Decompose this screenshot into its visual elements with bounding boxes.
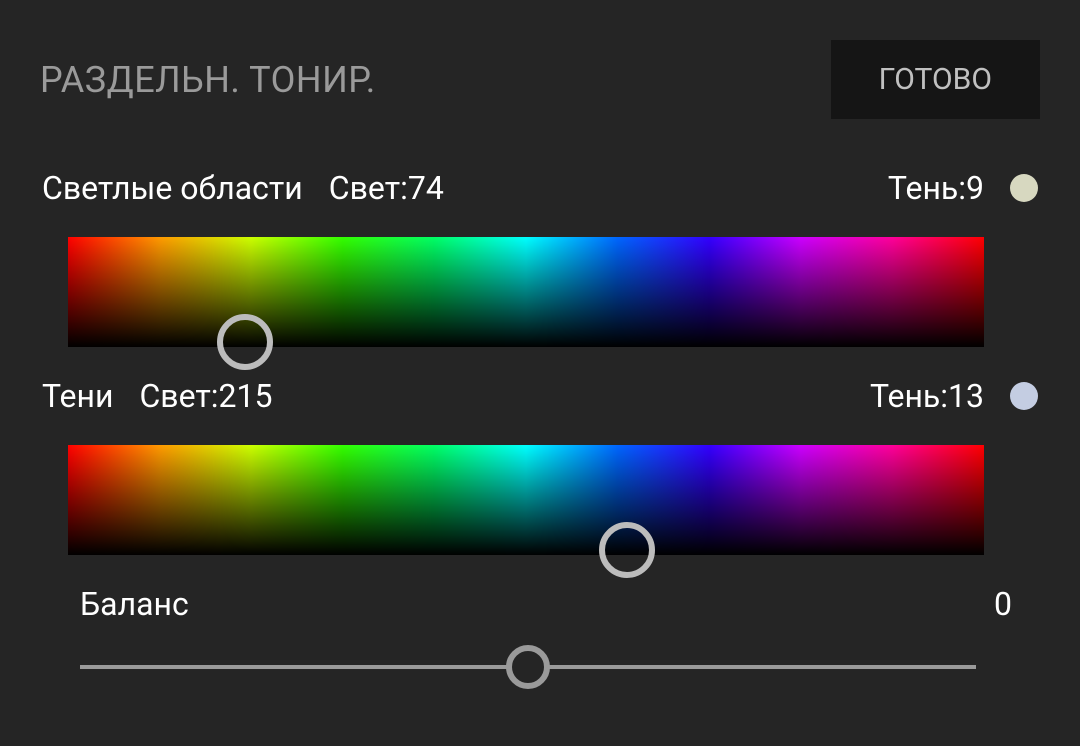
panel-header: РАЗДЕЛЬН. ТОНИР. ГОТОВО [40, 40, 1040, 119]
highlights-block: Светлые области Свет:74 Тень:9 [40, 169, 1040, 347]
balance-slider-thumb[interactable] [506, 645, 550, 689]
spectrum-gradient [68, 237, 984, 347]
highlights-sat-readout: Тень:9 [888, 169, 984, 207]
highlights-color-swatch [1010, 174, 1038, 202]
highlights-labels: Светлые области Свет:74 Тень:9 [40, 169, 1040, 207]
balance-label: Баланс [80, 585, 189, 623]
shadows-labels: Тени Свет:215 Тень:13 [40, 377, 1040, 415]
shadows-hue-readout: Свет:215 [139, 377, 272, 415]
shadows-section-label: Тени [42, 377, 113, 415]
panel-title: РАЗДЕЛЬН. ТОНИР. [40, 59, 376, 101]
balance-block: Баланс 0 [40, 585, 1040, 691]
highlights-section-label: Светлые области [42, 169, 303, 207]
shadows-block: Тени Свет:215 Тень:13 [40, 377, 1040, 555]
balance-value: 0 [994, 585, 1012, 623]
balance-labels: Баланс 0 [80, 585, 1012, 623]
balance-slider[interactable] [80, 643, 976, 691]
shadows-spectrum-picker[interactable] [68, 445, 984, 555]
highlights-hue-readout: Свет:74 [329, 169, 444, 207]
spectrum-gradient [68, 445, 984, 555]
highlights-spectrum-picker[interactable] [68, 237, 984, 347]
split-toning-panel: РАЗДЕЛЬН. ТОНИР. ГОТОВО Светлые области … [0, 0, 1080, 746]
shadows-color-swatch [1010, 382, 1038, 410]
shadows-sat-readout: Тень:13 [870, 377, 984, 415]
done-button[interactable]: ГОТОВО [831, 40, 1040, 119]
